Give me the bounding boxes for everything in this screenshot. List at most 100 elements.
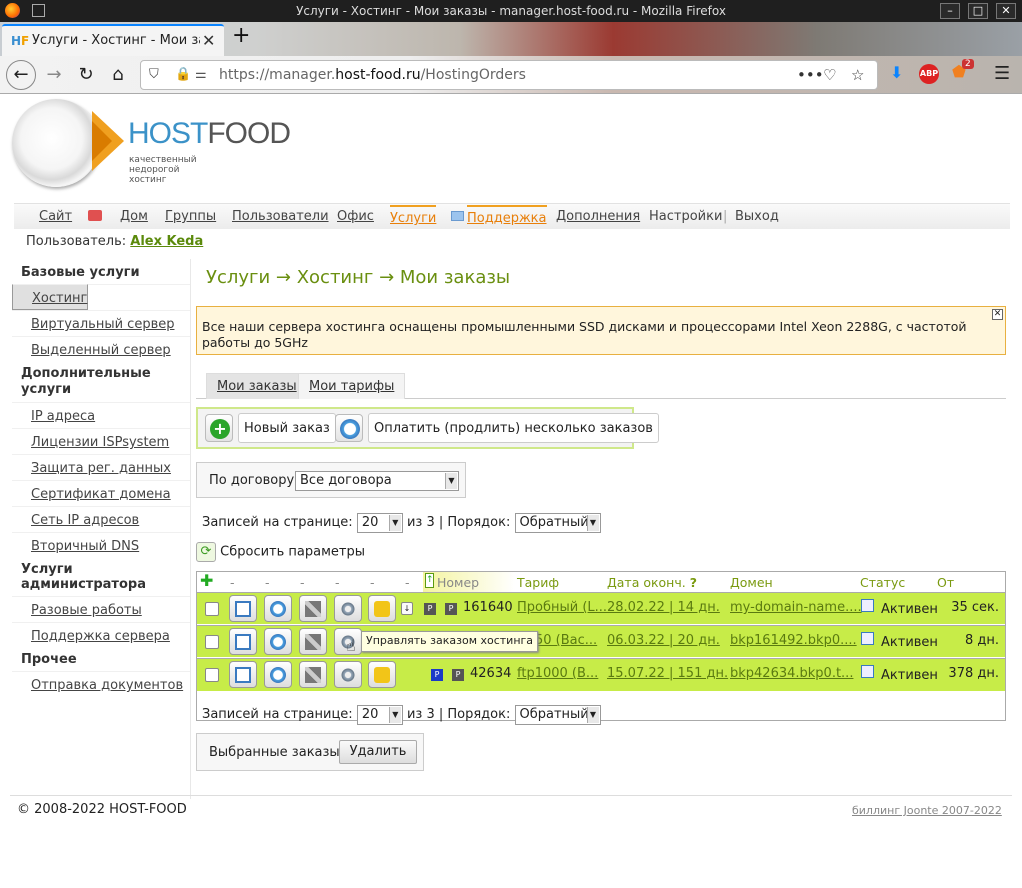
menu-home[interactable]: Дом [120, 209, 148, 224]
bookmark-star-icon[interactable]: ☆ [851, 66, 864, 84]
order-domain[interactable]: my-domain-name.... [730, 600, 862, 615]
order-info-button[interactable] [229, 628, 257, 655]
table-row[interactable]: P P 42634 ftp1000 (В... 15.07.22 | 151 д… [197, 658, 1005, 691]
add-row-plus-icon[interactable]: ✚ [200, 571, 213, 590]
menu-settings[interactable]: Настройки [649, 209, 722, 224]
new-tab-button[interactable]: + [232, 23, 250, 48]
sidebar-item-privacy[interactable]: Защита рег. данных [12, 454, 190, 480]
address-bar[interactable]: ⛉ 🔒 ⚌ https://manager.host-food.ru/Hosti… [140, 60, 878, 90]
column-status[interactable]: Статус [860, 575, 905, 590]
downloads-icon[interactable]: ⬇ [890, 63, 903, 82]
column-domain[interactable]: Домен [730, 575, 773, 590]
tools-button[interactable] [299, 595, 327, 622]
permissions-icon[interactable]: ⚌ [195, 67, 207, 82]
order-expires[interactable]: 06.03.22 | 20 дн. [607, 633, 720, 648]
column-number[interactable]: ↑ Номер [423, 572, 515, 592]
pay-multiple-button[interactable]: Оплатить (продлить) несколько заказов [368, 413, 659, 443]
sidebar-item-isp-licenses[interactable]: Лицензии ISPsystem [12, 428, 190, 454]
order-expires[interactable]: 15.07.22 | 151 дн. [607, 666, 728, 681]
pay-order-button[interactable] [264, 595, 292, 622]
settings-button[interactable] [334, 661, 362, 688]
row-checkbox[interactable] [205, 668, 219, 682]
sidebar-item-server-support[interactable]: Поддержка сервера [12, 622, 190, 648]
order-domain[interactable]: bkp161492.bkp0.... [730, 633, 857, 648]
column-expires[interactable]: Дата оконч. ? [607, 575, 697, 590]
new-order-button[interactable]: Новый заказ [238, 413, 336, 443]
table-row[interactable]: ↓ P P 161640 Пробный (L... 28.02.22 | 14… [197, 592, 1005, 624]
pay-order-button[interactable] [264, 661, 292, 688]
user-name-link[interactable]: Alex Keda [130, 234, 203, 249]
menu-services[interactable]: Услуги [390, 205, 437, 226]
row-checkbox[interactable] [205, 602, 219, 616]
menu-office[interactable]: Офис [337, 209, 374, 224]
menu-users[interactable]: Пользователи [232, 209, 329, 224]
menu-support[interactable]: Поддержка [467, 205, 547, 226]
browser-tab[interactable]: HF Услуги - Хостинг - Мои заказ ✕ [2, 24, 224, 56]
adblock-icon[interactable]: ABP [919, 64, 939, 84]
close-window-button[interactable]: ✕ [996, 3, 1016, 19]
sidebar-item-secondary-dns[interactable]: Вторичный DNS [12, 532, 190, 558]
tab-my-orders[interactable]: Мои заказы [206, 373, 308, 399]
pay-order-button[interactable] [264, 628, 292, 655]
pay-clock-button[interactable] [335, 414, 363, 442]
order-select[interactable]: Обратный ▼ [514, 513, 601, 533]
order-expires[interactable]: 28.02.22 | 14 дн. [607, 600, 720, 615]
pager-of: из 3 | Порядок: [406, 707, 511, 722]
home-button[interactable]: ⌂ [104, 62, 132, 88]
order-domain[interactable]: bkp42634.bkp0.t... [730, 666, 853, 681]
column-tariff[interactable]: Тариф [517, 575, 559, 590]
back-button[interactable]: ← [6, 60, 36, 90]
menu-site[interactable]: Сайт [39, 209, 72, 224]
change-tariff-button[interactable] [368, 595, 396, 622]
close-notice-icon[interactable]: ✕ [992, 309, 1003, 320]
reset-filters[interactable]: ⟳ Сбросить параметры [196, 542, 365, 562]
order-select[interactable]: Обратный ▼ [514, 705, 601, 725]
delete-button[interactable]: Удалить [339, 740, 417, 764]
sidebar-item-one-time-work[interactable]: Разовые работы [12, 596, 190, 622]
billing-link[interactable]: биллинг Joonte 2007-2022 [852, 804, 1002, 817]
sidebar-item-vps[interactable]: Виртуальный сервер [12, 310, 190, 336]
url-text[interactable]: https://manager.host-food.ru/HostingOrde… [219, 67, 526, 83]
current-user: Пользователь: Alex Keda [26, 234, 203, 249]
tools-button[interactable] [299, 661, 327, 688]
help-icon[interactable]: ? [690, 575, 697, 590]
settings-button[interactable] [334, 595, 362, 622]
order-info-button[interactable] [229, 595, 257, 622]
menu-addons[interactable]: Дополнения [556, 209, 640, 224]
lock-icon[interactable]: 🔒 [175, 67, 191, 82]
tools-button[interactable] [299, 628, 327, 655]
order-tariff[interactable]: ftp1000 (В... [517, 666, 598, 681]
menu-groups[interactable]: Группы [165, 209, 216, 224]
sidebar-item-ip-network[interactable]: Сеть IP адресов [12, 506, 190, 532]
minimize-button[interactable]: – [940, 3, 960, 19]
forward-button[interactable]: → [40, 62, 68, 88]
menu-exit[interactable]: Выход [735, 209, 779, 224]
per-page-select[interactable]: 20 ▼ [356, 513, 403, 533]
close-tab-icon[interactable]: ✕ [202, 31, 215, 50]
sidebar-item-hosting[interactable]: Хостинг [12, 284, 89, 310]
reload-button[interactable]: ↻ [72, 62, 100, 88]
mail-icon[interactable] [88, 210, 102, 221]
order-tariff[interactable]: Пробный (L... [517, 600, 607, 615]
table-row[interactable]: 50 (Вас... 06.03.22 | 20 дн. bkp161492.b… [197, 625, 1005, 657]
add-order-button[interactable]: + [205, 414, 233, 442]
contract-select[interactable]: Все договора ▼ [295, 471, 459, 491]
per-page-select[interactable]: 20 ▼ [356, 705, 403, 725]
order-info-button[interactable] [229, 661, 257, 688]
maximize-button[interactable]: □ [968, 3, 988, 19]
sidebar-item-ip[interactable]: IP адреса [12, 402, 190, 428]
sidebar-item-dedicated[interactable]: Выделенный сервер [12, 336, 190, 362]
page-actions-icon[interactable]: ••• [797, 66, 824, 84]
tab-my-tariffs[interactable]: Мои тарифы [298, 373, 406, 399]
menu-hamburger-icon[interactable]: ☰ [994, 63, 1010, 84]
tooltip: Управлять заказом хостинга [361, 631, 539, 652]
change-tariff-button[interactable] [368, 661, 396, 688]
row-checkbox[interactable] [205, 635, 219, 649]
sidebar-item-ssl[interactable]: Сертификат домена [12, 480, 190, 506]
sidebar-item-send-documents[interactable]: Отправка документов [12, 671, 190, 697]
contract-filter: По договору Все договора ▼ [196, 462, 466, 498]
pocket-icon[interactable]: ♡ [823, 66, 836, 84]
arrow-down-icon[interactable]: ↓ [401, 602, 413, 615]
tracking-shield-icon[interactable]: ⛉ [149, 67, 159, 82]
order-tariff[interactable]: 50 (Вас... [535, 633, 597, 648]
